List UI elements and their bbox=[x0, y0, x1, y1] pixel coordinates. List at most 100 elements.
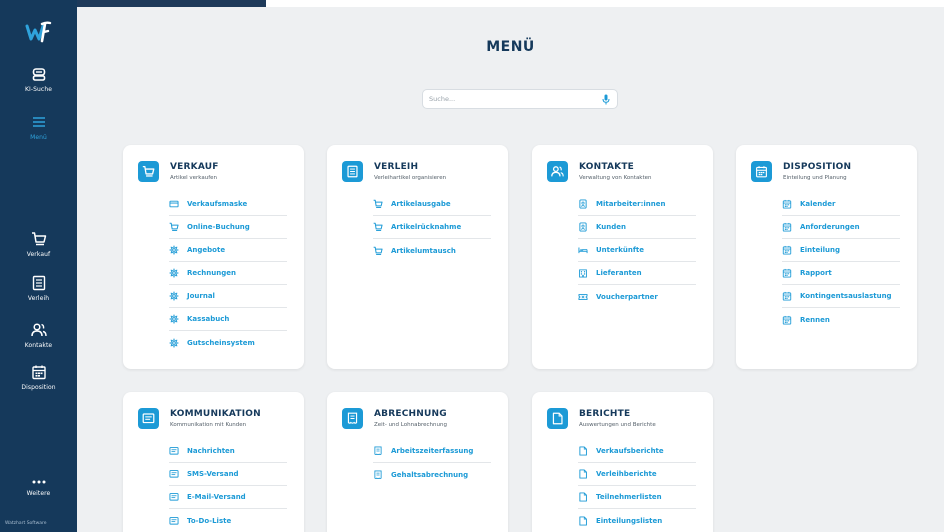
card-disposition: DISPOSITION Einteilung und Planung Kalen… bbox=[736, 145, 917, 369]
menu-link-label: Einteilung bbox=[800, 246, 841, 254]
menu-link-label: Rapport bbox=[800, 269, 832, 277]
card-item-list: Kalender Anforderungen Einteilung Rappor… bbox=[782, 193, 900, 331]
sidebar-item-disposition[interactable]: Disposition bbox=[0, 364, 77, 391]
gear-icon bbox=[169, 337, 179, 348]
card-header-icon bbox=[751, 161, 772, 182]
main-content: MENÜ VERKAUF Artikel verkaufen Verkaufsm… bbox=[77, 7, 944, 532]
menu-link-disposition-5[interactable]: Rennen bbox=[782, 308, 900, 331]
menu-link-verkauf-1[interactable]: Online-Buchung bbox=[169, 216, 287, 239]
card-subtitle: Einteilung und Planung bbox=[783, 175, 847, 181]
sidebar-item-menu[interactable]: Menü bbox=[0, 114, 77, 141]
menu-link-berichte-1[interactable]: Verleihberichte bbox=[578, 463, 696, 486]
card-subtitle: Artikel verkaufen bbox=[170, 175, 218, 181]
menu-link-label: Lieferanten bbox=[596, 269, 642, 277]
sidebar-item-kontakte[interactable]: Kontakte bbox=[0, 322, 77, 349]
card-subtitle: Kommunikation mit Kunden bbox=[170, 422, 247, 428]
gear-icon bbox=[169, 268, 179, 278]
menu-link-abrechnung-1[interactable]: Gehaltsabrechnung bbox=[373, 463, 491, 486]
microphone-icon[interactable] bbox=[602, 94, 610, 105]
menu-link-kontakte-2[interactable]: Unterkünfte bbox=[578, 239, 696, 262]
menu-link-abrechnung-0[interactable]: Arbeitszeiterfassung bbox=[373, 440, 491, 463]
card-header-icon bbox=[342, 161, 363, 182]
menu-link-verkauf-4[interactable]: Journal bbox=[169, 285, 287, 308]
contacts-icon bbox=[30, 323, 47, 337]
menu-link-label: SMS-Versand bbox=[187, 470, 239, 478]
card-verleih: VERLEIH Verleihartikel organisieren Arti… bbox=[327, 145, 508, 369]
card-icon bbox=[169, 200, 179, 208]
page-title: MENÜ bbox=[486, 39, 535, 55]
menu-link-verleih-0[interactable]: Artikelausgabe bbox=[373, 193, 491, 216]
card-header-icon bbox=[342, 408, 363, 429]
card-subtitle: Zeit- und Lohnabrechnung bbox=[374, 422, 447, 428]
sidebar-item-label: KI-Suche bbox=[24, 86, 53, 93]
menu-link-disposition-4[interactable]: Kontingentsauslastung bbox=[782, 285, 900, 308]
menu-link-label: Rennen bbox=[800, 315, 830, 324]
menu-link-label: Kontingentsauslastung bbox=[800, 292, 892, 300]
document-icon bbox=[32, 275, 45, 291]
menu-link-berichte-2[interactable]: Teilnehmerlisten bbox=[578, 486, 696, 509]
menu-link-kontakte-0[interactable]: Mitarbeiter:innen bbox=[578, 193, 696, 216]
sidebar-item-weitere[interactable]: Weitere bbox=[0, 478, 77, 497]
calendar-icon bbox=[782, 291, 792, 301]
menu-link-label: Kalender bbox=[800, 200, 836, 208]
menu-link-verkauf-3[interactable]: Rechnungen bbox=[169, 262, 287, 285]
search-input[interactable] bbox=[429, 92, 589, 106]
card-item-list: Artikelausgabe Artikelrücknahme Artikelu… bbox=[373, 193, 491, 262]
menu-link-label: E-Mail-Versand bbox=[187, 493, 246, 501]
card-verkauf: VERKAUF Artikel verkaufen Verkaufsmaske … bbox=[123, 145, 304, 369]
building-icon bbox=[579, 269, 587, 278]
receipt-icon bbox=[347, 412, 358, 424]
menu-link-label: Journal bbox=[187, 292, 215, 300]
menu-link-verkauf-0[interactable]: Verkaufsmaske bbox=[169, 193, 287, 216]
menu-link-kontakte-4[interactable]: Voucherpartner bbox=[578, 285, 696, 308]
menu-link-kommunikation-2[interactable]: E-Mail-Versand bbox=[169, 486, 287, 509]
message-icon bbox=[169, 447, 179, 455]
menu-link-label: Artikelumtausch bbox=[391, 246, 456, 255]
gear-icon bbox=[169, 245, 179, 255]
sidebar-item-ki-suche[interactable]: KI-Suche bbox=[0, 66, 77, 93]
menu-link-label: Verkaufsberichte bbox=[596, 447, 664, 455]
cart-icon bbox=[373, 246, 383, 255]
message-icon bbox=[169, 516, 179, 525]
menu-link-kommunikation-0[interactable]: Nachrichten bbox=[169, 440, 287, 463]
sidebar-item-verkauf[interactable]: Verkauf bbox=[0, 231, 77, 258]
menu-link-label: Kassabuch bbox=[187, 315, 230, 323]
card-title: VERLEIH bbox=[374, 162, 419, 172]
cart-icon bbox=[169, 222, 179, 231]
menu-link-disposition-2[interactable]: Einteilung bbox=[782, 239, 900, 262]
menu-link-berichte-0[interactable]: Verkaufsberichte bbox=[578, 440, 696, 463]
menu-link-kontakte-3[interactable]: Lieferanten bbox=[578, 262, 696, 285]
sidebar-item-verleih[interactable]: Verleih bbox=[0, 275, 77, 302]
card-title: DISPOSITION bbox=[783, 162, 852, 172]
menu-link-verkauf-6[interactable]: Gutscheinsystem bbox=[169, 331, 287, 354]
menu-link-disposition-1[interactable]: Anforderungen bbox=[782, 216, 900, 239]
menu-link-kommunikation-3[interactable]: To-Do-Liste bbox=[169, 509, 287, 532]
card-subtitle: Auswertungen und Berichte bbox=[579, 422, 656, 428]
cart-icon bbox=[373, 222, 383, 231]
menu-link-disposition-3[interactable]: Rapport bbox=[782, 262, 900, 285]
calendar-icon bbox=[756, 166, 767, 178]
card-abrechnung: ABRECHNUNG Zeit- und Lohnabrechnung Arbe… bbox=[327, 392, 508, 532]
message-icon bbox=[169, 493, 179, 501]
menu-link-disposition-0[interactable]: Kalender bbox=[782, 193, 900, 216]
menu-link-label: Teilnehmerlisten bbox=[596, 493, 662, 501]
menu-link-kommunikation-1[interactable]: SMS-Versand bbox=[169, 463, 287, 486]
report-icon bbox=[579, 469, 587, 479]
card-subtitle: Verwaltung von Kontakten bbox=[579, 175, 652, 181]
bed-icon bbox=[578, 247, 588, 254]
app-logo-icon[interactable] bbox=[25, 20, 52, 44]
menu-link-verleih-1[interactable]: Artikelrücknahme bbox=[373, 216, 491, 239]
menu-link-kontakte-1[interactable]: Kunden bbox=[578, 216, 696, 239]
menu-link-verkauf-5[interactable]: Kassabuch bbox=[169, 308, 287, 331]
menu-link-verleih-2[interactable]: Artikelumtausch bbox=[373, 239, 491, 262]
footer-brand: Watzhart Software bbox=[5, 521, 47, 526]
menu-link-berichte-3[interactable]: Einteilungslisten bbox=[578, 509, 696, 532]
menu-link-label: Nachrichten bbox=[187, 447, 235, 455]
sidebar: KI-Suche Menü Verkauf Verleih Kontakte D… bbox=[0, 0, 77, 532]
robot-icon bbox=[32, 68, 45, 81]
card-title: VERKAUF bbox=[170, 162, 219, 172]
menu-link-verkauf-2[interactable]: Angebote bbox=[169, 239, 287, 262]
card-item-list: Nachrichten SMS-Versand E-Mail-Versand T… bbox=[169, 440, 287, 532]
menu-link-label: Kunden bbox=[596, 223, 627, 231]
menu-link-label: Arbeitszeiterfassung bbox=[391, 447, 474, 455]
